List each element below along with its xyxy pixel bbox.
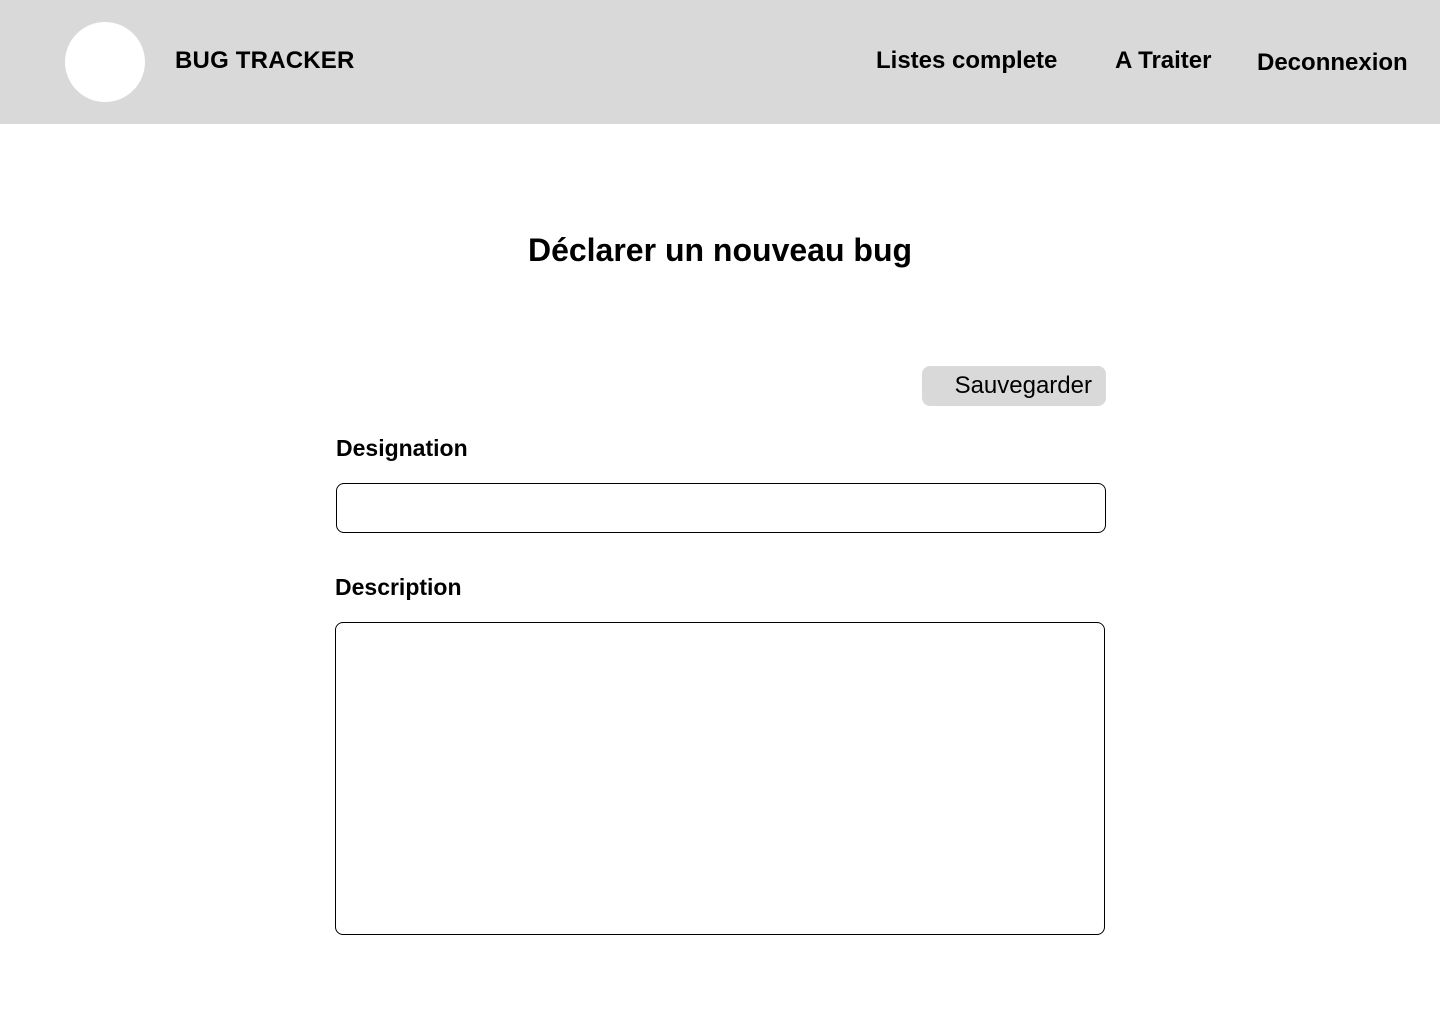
description-label: Description [335,574,462,600]
logout-link[interactable]: Deconnexion [1257,49,1408,77]
description-textarea[interactable] [335,622,1105,935]
nav-link-to-process[interactable]: A Traiter [1115,47,1211,75]
page-title: Déclarer un nouveau bug [527,232,913,268]
designation-input[interactable] [336,483,1106,533]
app-title: BUG TRACKER [175,47,355,74]
designation-label: Designation [336,435,468,461]
circle-logo-icon [65,22,145,102]
top-navbar: BUG TRACKER Listes complete A Traiter De… [0,0,1440,124]
save-button[interactable]: Sauvegarder [922,366,1106,406]
nav-link-full-list[interactable]: Listes complete [876,47,1057,75]
